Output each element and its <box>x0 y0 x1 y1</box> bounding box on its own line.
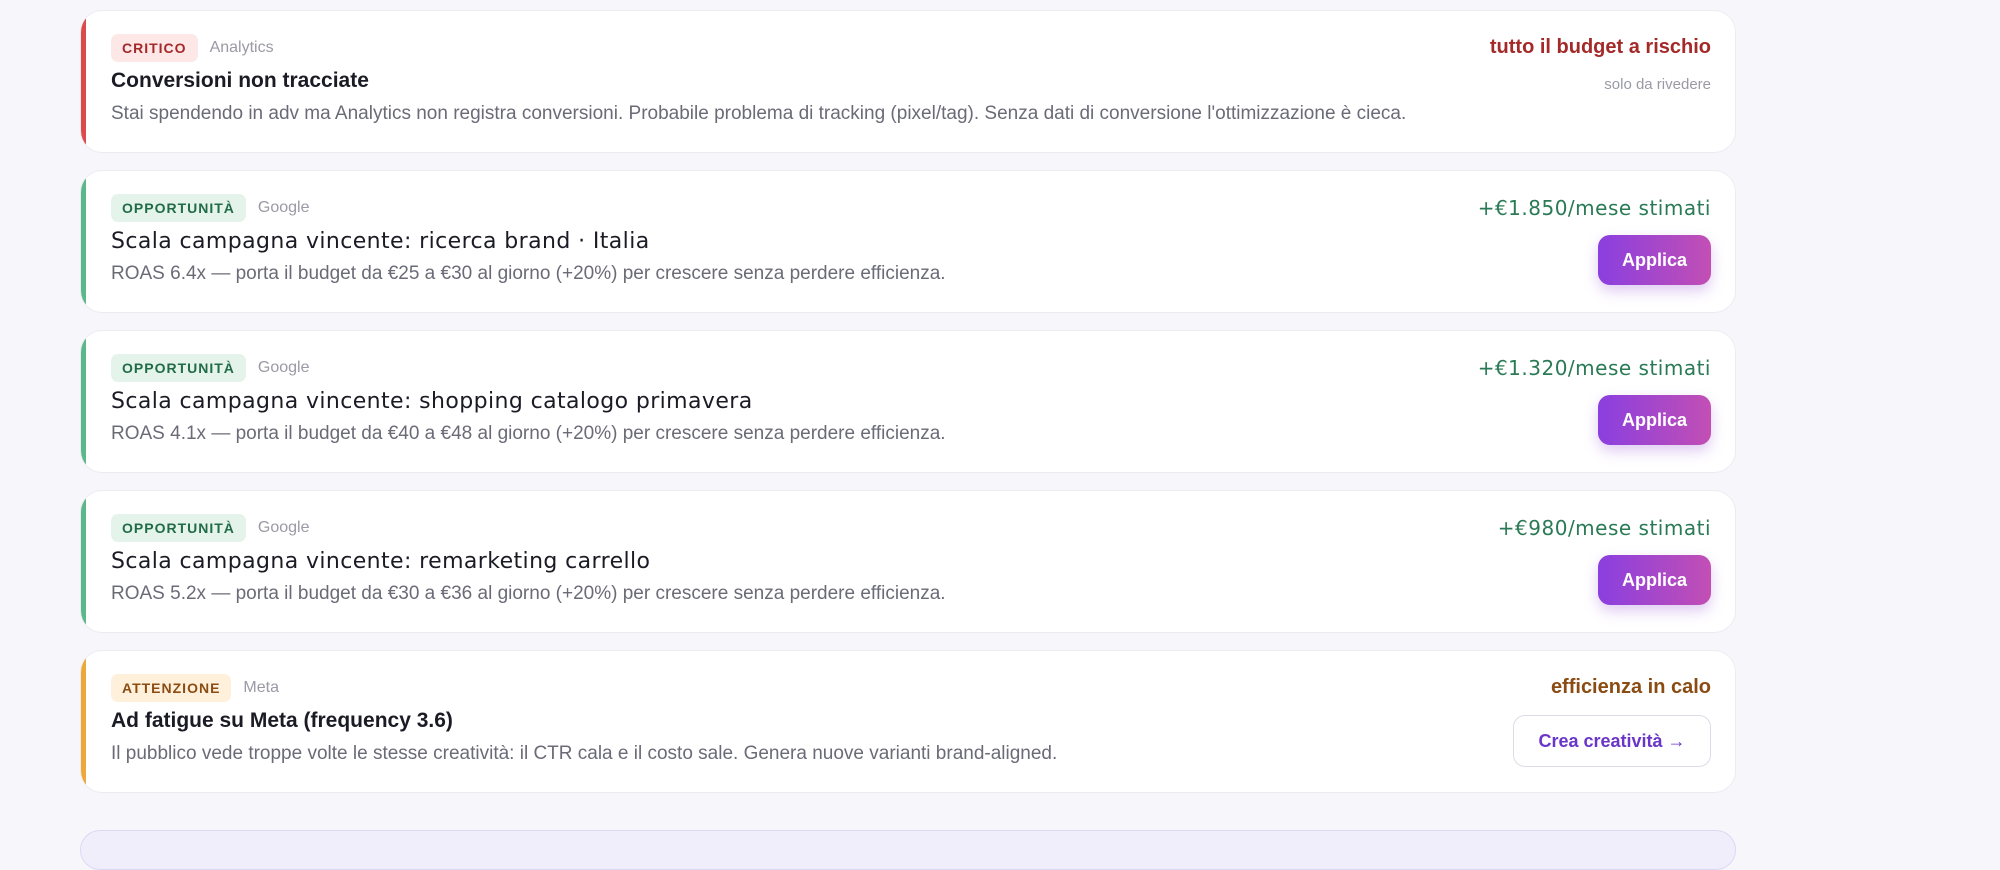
card-title: Scala campagna vincente: shopping catalo… <box>111 389 753 414</box>
card-title: Scala campagna vincente: ricerca brand ·… <box>111 229 650 254</box>
recommendation-card: ATTENZIONE Meta Ad fatigue su Meta (freq… <box>80 650 1736 793</box>
create-creatives-button[interactable]: Crea creatività → <box>1513 715 1711 767</box>
impact-label: efficienza in calo <box>1550 676 1711 698</box>
card-description: ROAS 5.2x — porta il budget da €30 a €36… <box>111 583 946 604</box>
severity-bar <box>81 11 86 152</box>
source-label: Google <box>257 359 310 376</box>
severity-bar <box>81 491 86 632</box>
recommendation-card: CRITICO Analytics Conversioni non tracci… <box>80 10 1736 153</box>
impact-label: tutto il budget a rischio <box>1489 36 1711 58</box>
review-note: solo da rivedere <box>1604 76 1711 93</box>
card-description: Stai spendendo in adv ma Analytics non r… <box>111 103 1407 124</box>
apply-button[interactable]: Applica <box>1598 395 1711 445</box>
severity-badge: OPPORTUNITÀ <box>111 194 246 222</box>
recommendation-card: OPPORTUNITÀ Google Scala campagna vincen… <box>80 330 1736 473</box>
severity-badge: CRITICO <box>111 34 198 62</box>
apply-button[interactable]: Applica <box>1598 555 1711 605</box>
source-label: Analytics <box>209 39 274 56</box>
severity-badge: ATTENZIONE <box>111 674 232 702</box>
recommendation-card: OPPORTUNITÀ Google Scala campagna vincen… <box>80 170 1736 313</box>
impact-label: +€1.850/mese stimati <box>1477 196 1711 220</box>
source-label: Google <box>257 199 310 216</box>
severity-badge: OPPORTUNITÀ <box>111 514 246 542</box>
card-description: Il pubblico vede troppe volte le stesse … <box>111 743 1058 764</box>
card-title: Conversioni non tracciate <box>111 69 369 92</box>
card-description: ROAS 4.1x — porta il budget da €40 a €48… <box>111 423 946 444</box>
impact-label: +€980/mese stimati <box>1497 516 1711 540</box>
card-title: Ad fatigue su Meta (frequency 3.6) <box>111 709 453 732</box>
source-label: Meta <box>243 679 279 696</box>
severity-bar <box>81 331 86 472</box>
source-label: Google <box>257 519 310 536</box>
recommendations-list: CRITICO Analytics Conversioni non tracci… <box>80 10 1736 810</box>
severity-bar <box>81 171 86 312</box>
severity-bar <box>81 651 86 792</box>
apply-button[interactable]: Applica <box>1598 235 1711 285</box>
recommendation-card: OPPORTUNITÀ Google Scala campagna vincen… <box>80 490 1736 633</box>
severity-badge: OPPORTUNITÀ <box>111 354 246 382</box>
card-description: ROAS 6.4x — porta il budget da €25 a €30… <box>111 263 946 284</box>
card-title: Scala campagna vincente: remarketing car… <box>111 549 651 574</box>
next-card-edge <box>80 830 1736 870</box>
impact-label: +€1.320/mese stimati <box>1477 356 1711 380</box>
